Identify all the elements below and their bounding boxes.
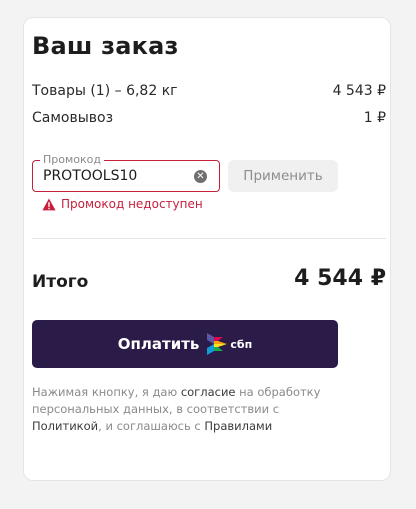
sbp-text: сбп bbox=[230, 337, 253, 351]
promo-input[interactable] bbox=[43, 168, 183, 184]
warning-icon bbox=[42, 198, 56, 210]
clear-icon[interactable]: ✕ bbox=[194, 170, 207, 183]
rules-link[interactable]: Правилами bbox=[204, 419, 272, 433]
divider bbox=[32, 238, 386, 239]
total-value: 4 544 ₽ bbox=[294, 266, 386, 291]
sbp-icon bbox=[207, 333, 228, 355]
pickup-price: 1 ₽ bbox=[363, 110, 386, 126]
goods-row: Товары (1) – 6,82 кг 4 543 ₽ bbox=[32, 83, 386, 99]
total-label: Итого bbox=[32, 272, 89, 292]
consent-text: Нажимая кнопку, я даю согласие на обрабо… bbox=[32, 384, 342, 435]
pickup-row: Самовывоз 1 ₽ bbox=[32, 110, 386, 126]
promo-legend: Промокод bbox=[40, 153, 104, 167]
promo-error-text: Промокод недоступен bbox=[61, 197, 203, 211]
apply-promo-button[interactable]: Применить bbox=[228, 160, 338, 192]
consent-part-1: Нажимая кнопку, я даю bbox=[32, 385, 181, 399]
sbp-logo: сбп bbox=[207, 333, 252, 355]
goods-label: Товары (1) – 6,82 кг bbox=[32, 83, 178, 99]
pay-button[interactable]: Оплатить сбп bbox=[32, 320, 338, 368]
pay-button-label: Оплатить bbox=[117, 335, 200, 353]
consent-link[interactable]: согласие bbox=[181, 385, 236, 399]
promo-error: Промокод недоступен bbox=[42, 197, 203, 211]
goods-price: 4 543 ₽ bbox=[332, 83, 386, 99]
policy-link[interactable]: Политикой bbox=[32, 419, 98, 433]
consent-part-3: , и соглашаюсь с bbox=[98, 419, 205, 433]
order-title: Ваш заказ bbox=[32, 32, 179, 60]
pickup-label: Самовывоз bbox=[32, 110, 114, 126]
promo-field: Промокод ✕ bbox=[32, 153, 220, 192]
